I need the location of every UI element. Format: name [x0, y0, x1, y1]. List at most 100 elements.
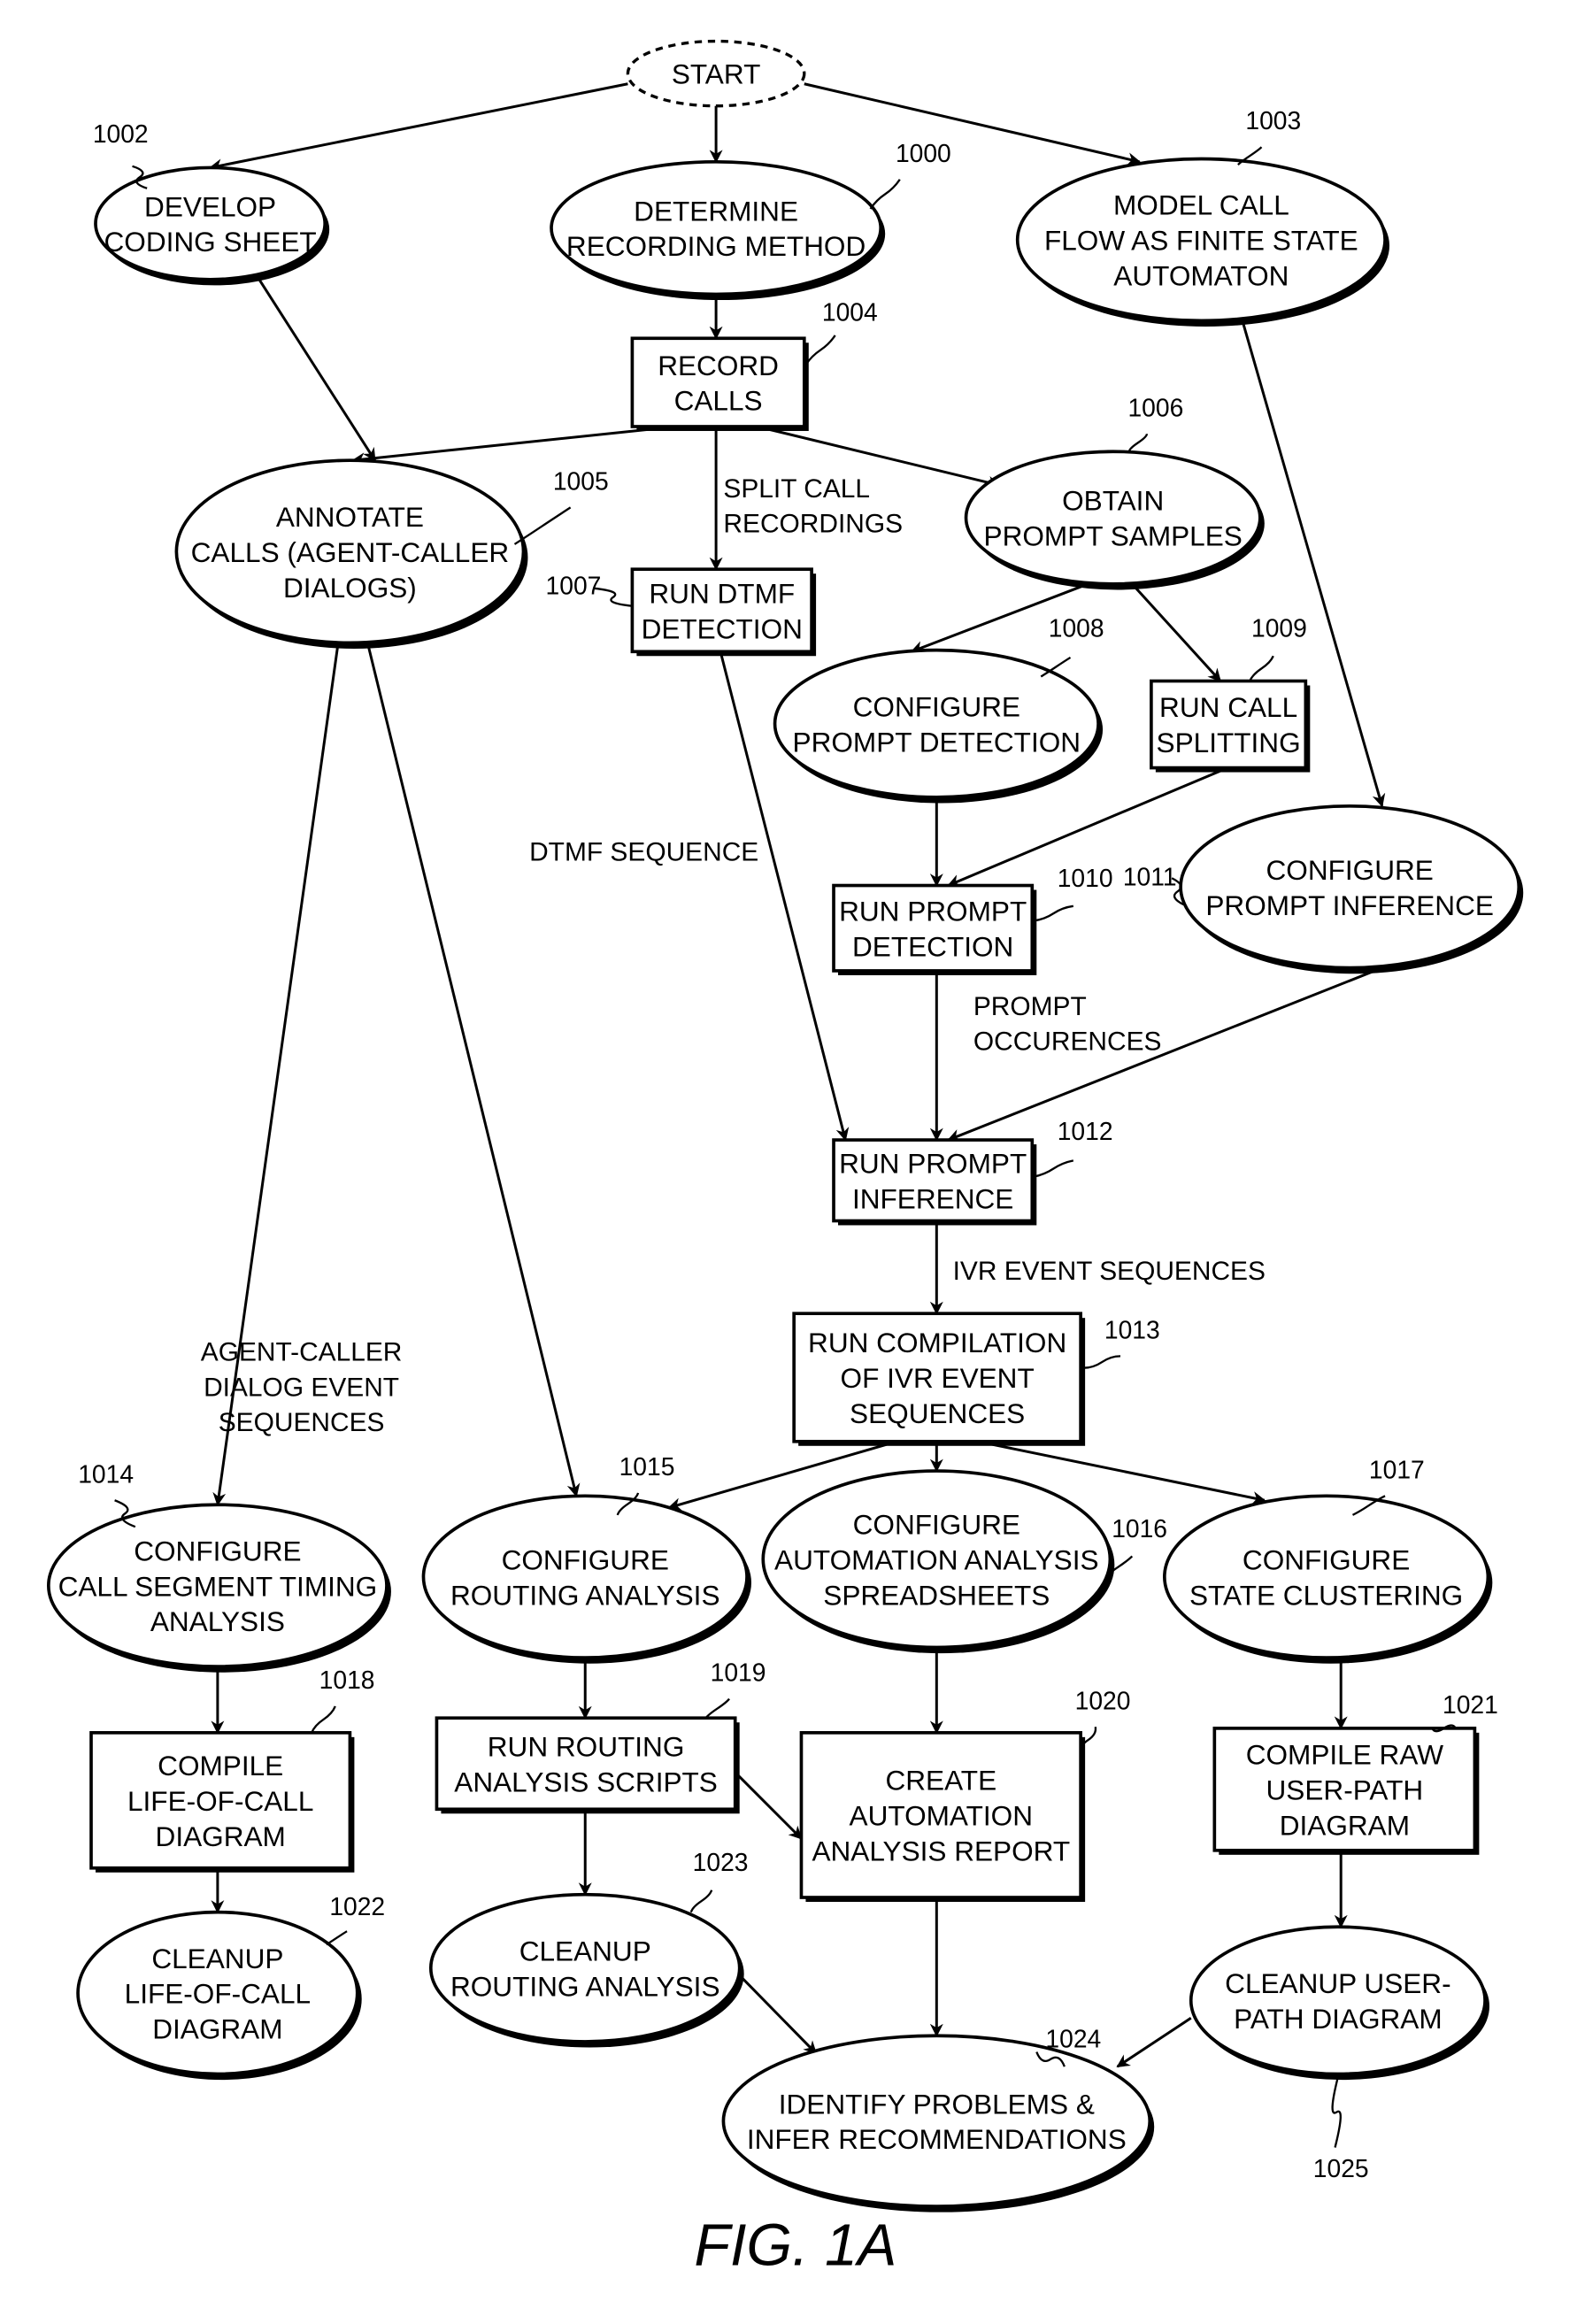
reference-numeral-1012: 1012: [1058, 1117, 1113, 1145]
leader-line-1004: [804, 335, 836, 366]
node-label-line: RUN COMPILATION: [808, 1327, 1066, 1358]
reference-numeral-1021: 1021: [1443, 1690, 1498, 1719]
process-node-1016: CONFIGURE AUTOMATION ANALYSIS SPREADSHEETS: [761, 1469, 1115, 1654]
start-node: START: [626, 39, 806, 108]
process-node-1010: RUN PROMPT DETECTION: [832, 883, 1037, 975]
node-ellipse: [1163, 1494, 1490, 1659]
edge-label-line: SPLIT CALL: [723, 474, 870, 504]
leader-line-1023: [689, 1889, 713, 1913]
process-node-1003: MODEL CALL FLOW AS FINITE STATE AUTOMATON: [1015, 157, 1390, 327]
reference-numeral-1010: 1010: [1058, 864, 1113, 892]
node-label-line: CLEANUP USER-: [1225, 1967, 1450, 1999]
node-ellipse: [550, 159, 883, 296]
reference-numeral-1007: 1007: [546, 571, 602, 599]
edge-label-1004-1007: SPLIT CALL RECORDINGS: [723, 474, 903, 539]
process-node-1000: DETERMINE RECORDING METHOD: [550, 159, 886, 301]
edge-label-line: DTMF SEQUENCE: [529, 837, 758, 866]
node-label-line: DETECTION: [852, 930, 1013, 962]
leader-line-1009: [1249, 655, 1274, 682]
edge-label-line: AGENT-CALLER: [201, 1337, 403, 1366]
node-label-line: AUTOMATION ANALYSIS: [774, 1543, 1098, 1575]
reference-numeral-1008: 1008: [1049, 614, 1104, 643]
start-label: START: [672, 58, 761, 90]
node-label-line: CLEANUP: [151, 1943, 283, 1974]
node-label: CLEANUP LIFE-OF-CALL DIAGRAM: [125, 1943, 311, 2045]
edge-label-line: IVR EVENT SEQUENCES: [953, 1257, 1266, 1286]
edge-1002-1005: [256, 275, 376, 462]
reference-numeral-1015: 1015: [619, 1452, 675, 1481]
node-label-line: COMPILE: [158, 1750, 283, 1781]
reference-numeral-1025: 1025: [1313, 2154, 1369, 2182]
process-node-1012: RUN PROMPT INFERENCE: [832, 1138, 1037, 1226]
node-label-line: CALL SEGMENT TIMING: [58, 1570, 378, 1602]
process-node-1006: OBTAIN PROMPT SAMPLES: [964, 450, 1265, 590]
node-label-line: PATH DIAGRAM: [1234, 2003, 1443, 2035]
node-label-line: DIALOGS): [283, 572, 417, 604]
process-node-1004: RECORD CALLS: [630, 336, 809, 431]
reference-numeral-1003: 1003: [1245, 106, 1301, 135]
flowchart-diagram: SPLIT CALL RECORDINGS DTMF SEQUENCE PROMPT O…: [46, 39, 1524, 2279]
process-node-1007: RUN DTMF DETECTION: [630, 567, 817, 657]
node-label-line: INFER RECOMMENDATIONS: [747, 2123, 1127, 2155]
node-label-line: LIFE-OF-CALL: [127, 1785, 313, 1817]
leader-line-1010: [1033, 904, 1073, 922]
node-label-line: PROMPT SAMPLES: [984, 520, 1243, 552]
node-label-line: CALLS: [674, 385, 763, 417]
node-label-line: ANNOTATE: [276, 501, 424, 533]
process-node-1025: CLEANUP USER- PATH DIAGRAM: [1189, 1925, 1490, 2081]
node-label-line: SPLITTING: [1157, 727, 1301, 758]
node-label-line: DEVELOP: [144, 190, 276, 222]
edge-start-1003: [804, 82, 1142, 166]
node-label-line: DETERMINE: [634, 195, 798, 227]
edge-label-line: OCCURENCES: [973, 1027, 1162, 1057]
node-label-line: COMPILE RAW: [1246, 1739, 1443, 1771]
leader-line-1022: [326, 1930, 348, 1946]
node-label-line: RUN CALL: [1159, 691, 1297, 723]
node-label-line: RUN PROMPT: [839, 895, 1027, 927]
reference-numeral-1000: 1000: [896, 139, 951, 167]
node-label-line: RECORDING METHOD: [566, 230, 866, 262]
node-label-line: CONFIGURE: [853, 690, 1020, 722]
node-label-line: IDENTIFY PROBLEMS &: [779, 2088, 1095, 2120]
edge-1019-1020: [734, 1771, 803, 1840]
reference-numeral-1016: 1016: [1112, 1514, 1167, 1543]
process-node-1009: RUN CALL SPLITTING: [1150, 679, 1311, 773]
node-label-line: ANALYSIS REPORT: [812, 1835, 1070, 1866]
edge-label-line: SEQUENCES: [219, 1408, 385, 1437]
process-node-1024: IDENTIFY PROBLEMS & INFER RECOMMENDATIONS: [721, 2034, 1155, 2212]
reference-numeral-1004: 1004: [822, 297, 878, 326]
node-label-line: SPREADSHEETS: [823, 1579, 1050, 1611]
process-node-1005: ANNOTATE CALLS (AGENT-CALLER DIALOGS): [174, 458, 528, 649]
node-label-line: RUN ROUTING: [488, 1730, 685, 1762]
edge-1005-1015: [365, 642, 581, 1497]
node-label-line: DIAGRAM: [1280, 1809, 1410, 1841]
node-label-line: CALLS (AGENT-CALLER: [191, 536, 510, 568]
node-label-line: SEQUENCES: [850, 1397, 1025, 1429]
node-label-line: CONFIGURE: [1243, 1543, 1410, 1575]
node-label-line: ROUTING ANALYSIS: [450, 1970, 720, 2002]
reference-numeral-1023: 1023: [693, 1848, 749, 1876]
node-ellipse: [94, 165, 327, 281]
reference-numeral-1024: 1024: [1045, 2025, 1101, 2053]
node-label-line: USER-PATH: [1266, 1774, 1424, 1805]
node-label-line: INFERENCE: [852, 1182, 1013, 1214]
node-label-line: DIAGRAM: [152, 2013, 282, 2045]
edge-label-line: DIALOG EVENT: [204, 1373, 399, 1402]
leader-line-1013: [1083, 1355, 1121, 1369]
process-node-1022: CLEANUP LIFE-OF-CALL DIAGRAM: [76, 1910, 362, 2081]
node-label-line: MODEL CALL: [1113, 189, 1289, 221]
edge-label-1007-1012: DTMF SEQUENCE: [529, 837, 758, 866]
reference-numeral-1019: 1019: [711, 1658, 766, 1687]
node-label-line: AUTOMATON: [1113, 259, 1289, 291]
edge-label-line: RECORDINGS: [723, 510, 903, 539]
process-node-1018: COMPILE LIFE-OF-CALL DIAGRAM: [89, 1731, 355, 1873]
process-node-1008: CONFIGURE PROMPT DETECTION: [773, 648, 1104, 804]
reference-numeral-1002: 1002: [93, 119, 149, 148]
leader-line-1000: [869, 179, 901, 210]
reference-numeral-1006: 1006: [1127, 393, 1183, 421]
node-ellipse: [428, 1892, 742, 2043]
process-node-1023: CLEANUP ROUTING ANALYSIS: [428, 1892, 744, 2048]
node-label-line: CONFIGURE: [502, 1543, 669, 1575]
node-label-line: CONFIGURE: [1266, 854, 1434, 886]
node-ellipse: [1179, 804, 1521, 970]
